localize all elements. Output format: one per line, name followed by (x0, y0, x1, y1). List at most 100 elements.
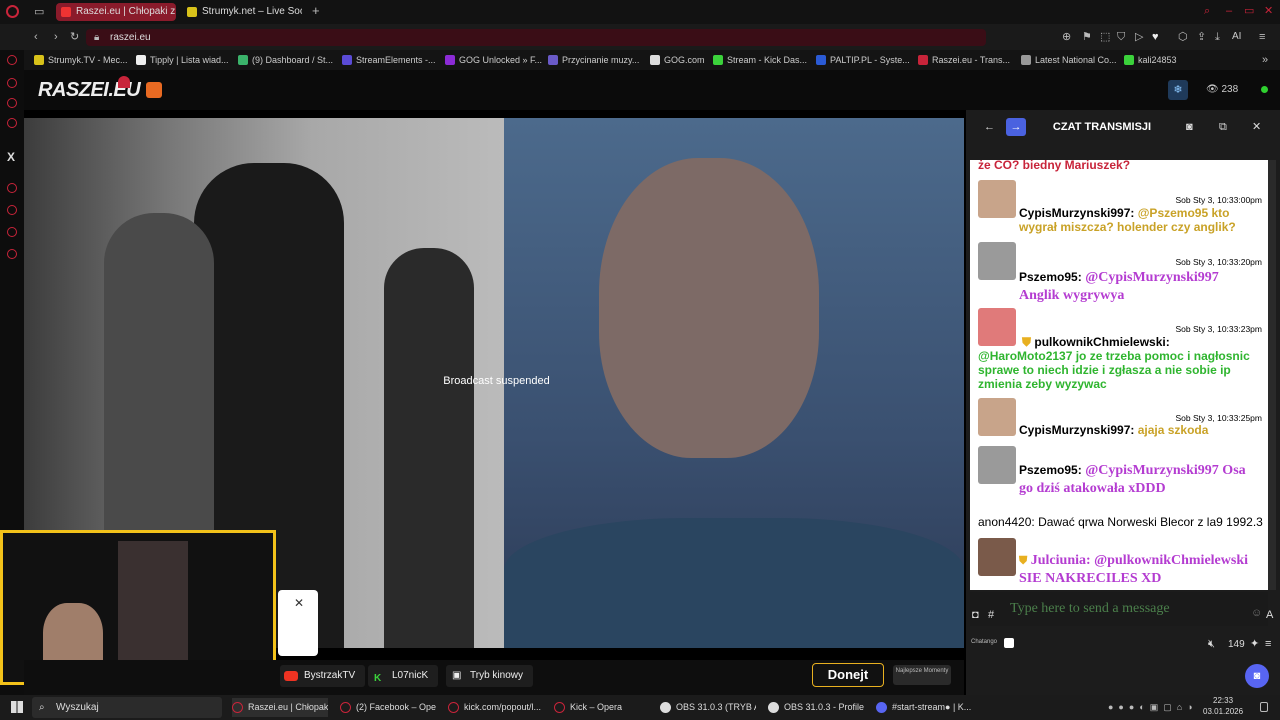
snapshot-icon[interactable]: ⬚ (1100, 31, 1110, 43)
heart-icon[interactable]: ♥ (1152, 31, 1159, 43)
discord-icon[interactable]: ◙ (1186, 121, 1193, 133)
taskbar-item[interactable]: Kick – Opera (554, 698, 650, 717)
opera-icon (448, 702, 459, 713)
chat-back-icon[interactable]: ← (984, 121, 995, 133)
cinema-mode-button[interactable]: ▣ Tryb kinowy (446, 665, 533, 687)
bookmark-item[interactable]: Raszei.eu - Trans... (918, 53, 1010, 67)
chatango-brand[interactable]: Chatango (971, 639, 997, 645)
opera-logo-icon[interactable] (6, 5, 19, 18)
bookmark-item[interactable]: PALTIP.PL - Syste... (816, 53, 910, 67)
bookmark-item[interactable]: Stream - Kick Das... (713, 53, 807, 67)
reload-icon[interactable]: ↻ (70, 31, 79, 43)
maximize-button[interactable]: ▭ (1244, 5, 1254, 17)
bookmark-item[interactable]: (9) Dashboard / St... (238, 53, 333, 67)
url-bar[interactable]: 🔒︎ raszei.eu (86, 29, 986, 46)
taskbar-item[interactable]: (2) Facebook – Opera (340, 698, 436, 717)
donate-button[interactable]: Donejt (812, 663, 884, 687)
snowflake-toggle-button[interactable]: ❄ (1168, 80, 1188, 100)
search-tabs-icon[interactable]: ⌕ (1204, 5, 1210, 17)
x-twitter-icon[interactable]: X (7, 150, 15, 164)
tray-icons[interactable]: ●●●◐▣▢⌂◑ (1108, 702, 1198, 713)
clock-time[interactable]: 22:33 (1213, 696, 1233, 705)
search-icon: ⌕ (39, 702, 45, 713)
taskbar-item[interactable]: kick.com/popout/l... (448, 698, 544, 717)
taskbar-search[interactable]: ⌕ Wyszukaj (32, 697, 222, 718)
zoom-icon[interactable]: ⊕ (1062, 31, 1071, 43)
popout-icon[interactable]: ⧉ (1219, 121, 1227, 133)
user-avatar[interactable] (978, 398, 1016, 436)
sidebar-history-icon[interactable] (7, 205, 17, 215)
close-window-button[interactable]: ✕ (1264, 5, 1273, 17)
taskbar-item[interactable]: OBS 31.0.3 (TRYB A... (660, 698, 756, 717)
user-avatar[interactable] (978, 242, 1016, 280)
download-icon[interactable]: ⤓ (1215, 31, 1220, 43)
sidebar-app-icon[interactable] (7, 55, 17, 65)
menu-icon[interactable]: ≡ (1259, 31, 1265, 43)
taskbar-item[interactable]: OBS 31.0.3 - Profile:... (768, 698, 864, 717)
discord-float-button[interactable]: ◙ (1245, 664, 1269, 688)
bookmark-item[interactable]: StreamElements -... (342, 53, 436, 67)
chat-message-input[interactable]: Type here to send a message (1010, 601, 1170, 617)
tab-strumyk[interactable]: Strumyk.net – Live Soccer (182, 3, 302, 21)
sidebar-app-icon[interactable] (7, 183, 17, 193)
bystrzak-button[interactable]: BystrzakTV (280, 665, 366, 687)
shield-icon[interactable]: ⛉ (1117, 31, 1125, 43)
back-icon[interactable]: ‹ (34, 31, 38, 43)
message-user[interactable]: Pszemo95: (1019, 270, 1082, 284)
sidebar-app-icon[interactable] (7, 98, 17, 108)
message-user[interactable]: Pszemo95: (1019, 463, 1082, 477)
chat-close-icon[interactable]: ✕ (1252, 121, 1261, 133)
message-user[interactable]: anon4420: (978, 515, 1035, 529)
bookmarks-more-icon[interactable]: » (1262, 54, 1268, 66)
bookmark-item[interactable]: Latest National Co... (1021, 53, 1117, 67)
chat-forward-button[interactable]: → (1006, 118, 1026, 136)
sidebar-settings-icon[interactable] (7, 249, 17, 259)
mute-icon[interactable]: 🔇︎ (1208, 638, 1215, 650)
clock-date[interactable]: 03.01.2026 (1203, 707, 1243, 716)
pin-icon[interactable]: ✦ (1250, 638, 1259, 650)
bookmark-item[interactable]: kali24853 (1124, 53, 1177, 67)
forward-icon[interactable]: › (54, 31, 58, 43)
user-avatar[interactable] (978, 446, 1016, 484)
hash-icon[interactable]: # (988, 609, 994, 621)
tab-raszei[interactable]: Raszei.eu | Chłopaki z Ra (56, 3, 176, 21)
message-body: ⛊ pulkownikChmielewski: @HaroMoto2137 jo… (978, 335, 1260, 391)
bookmark-item[interactable]: GOG Unlocked » F... (445, 53, 542, 67)
bookmark-label: Stream - Kick Das... (727, 55, 808, 65)
play-icon[interactable]: ▷ (1135, 31, 1143, 43)
camera-icon[interactable]: ◘ (972, 609, 979, 621)
user-avatar[interactable] (978, 180, 1016, 218)
bookmark-item[interactable]: GOG.com (650, 53, 705, 67)
taskbar-item[interactable]: Raszei.eu | Chłopak... (232, 698, 328, 717)
share-icon[interactable]: ⇪ (1197, 31, 1206, 43)
message-user[interactable]: Julciunia: (1031, 553, 1091, 568)
bookmark-item[interactable]: Strumyk.TV - Mec... (34, 53, 128, 67)
best-moments-button[interactable]: Najlepsze Momenty (893, 665, 951, 685)
sidebar-app-icon[interactable] (7, 118, 17, 128)
bookmark-icon[interactable]: ⚑ (1082, 31, 1092, 43)
sidebar-app-icon[interactable] (7, 78, 17, 88)
message-user[interactable]: CypisMurzynski997: (1019, 423, 1134, 437)
emoji-icon[interactable]: ☺ (1251, 607, 1262, 619)
chat-scrollbar[interactable] (1268, 160, 1276, 590)
message-user[interactable]: CypisMurzynski997: (1019, 206, 1134, 220)
bookmark-item[interactable]: Tipply | Lista wiad... (136, 53, 229, 67)
popup-close-icon[interactable]: ✕ (294, 596, 304, 610)
windows-start-icon[interactable] (11, 701, 23, 713)
user-avatar[interactable] (978, 538, 1016, 576)
taskbar-item[interactable]: #start-stream● | K... (876, 698, 972, 717)
bookmark-item[interactable]: Przycinanie muzy... (548, 53, 639, 67)
message-user[interactable]: pulkownikChmielewski: (1034, 335, 1169, 349)
tab-menu-icon[interactable]: ▭ (34, 6, 44, 18)
l07nick-button[interactable]: K L07nicK (368, 665, 439, 687)
chat-menu-icon[interactable]: ≡ (1265, 638, 1271, 650)
emote-icon[interactable] (146, 82, 162, 98)
sidebar-app-icon[interactable] (7, 227, 17, 237)
font-icon[interactable]: A (1266, 609, 1273, 621)
ai-button[interactable]: AI (1232, 31, 1241, 42)
minimize-button[interactable]: – (1226, 5, 1232, 17)
cinema-icon: ▣ (452, 670, 462, 681)
extensions-icon[interactable]: ⬡ (1178, 31, 1188, 43)
notification-icon[interactable] (1260, 702, 1268, 712)
new-tab-button[interactable]: + (312, 4, 320, 17)
